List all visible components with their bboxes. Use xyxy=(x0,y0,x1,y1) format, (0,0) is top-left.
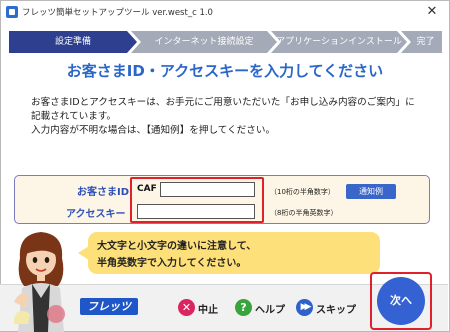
skip-label: スキップ xyxy=(316,305,356,316)
instructions-text: お客さまIDとアクセスキーは、お手元にご用意いただいた「お申し込み内容のご案内」… xyxy=(31,96,431,138)
instruction-line: お客さまIDとアクセスキーは、お手元にご用意いただいた「お申し込み内容のご案内」… xyxy=(31,97,415,108)
step-preparation: 設定準備 xyxy=(9,31,137,53)
flets-logo: フレッツ xyxy=(80,298,138,315)
step-internet-setup: インターネット接続設定 xyxy=(131,31,277,53)
help-button[interactable]: ? ヘルプ xyxy=(235,299,287,317)
access-key-label: アクセスキー xyxy=(66,209,126,220)
close-button[interactable]: ✕ xyxy=(419,3,445,21)
customer-id-prefix: CAF xyxy=(137,184,157,194)
stop-label: 中止 xyxy=(198,305,218,316)
skip-button[interactable]: ▶▶ スキップ xyxy=(296,299,356,317)
next-button[interactable]: 次へ xyxy=(377,277,425,325)
progress-steps: 設定準備 インターネット接続設定 アプリケーションインストール 完了 xyxy=(9,31,442,53)
access-key-hint: （8桁の半角英数字） xyxy=(270,209,338,217)
mascot-character xyxy=(14,232,65,332)
help-label: ヘルプ xyxy=(255,305,285,316)
close-x-icon: ✕ xyxy=(178,299,195,316)
instruction-line: 入力内容が不明な場合は、【通知例】を押してください。 xyxy=(31,125,276,136)
question-icon: ? xyxy=(235,299,252,316)
customer-id-input[interactable] xyxy=(160,182,255,197)
step-app-install: アプリケーションインストール xyxy=(271,31,407,53)
step-complete: 完了 xyxy=(401,31,442,53)
fast-forward-icon: ▶▶ xyxy=(296,299,313,316)
title-bar: フレッツ簡単セットアップツール ver.west_c 1.0 ✕ xyxy=(1,1,449,25)
notification-sample-button[interactable]: 通知例 xyxy=(346,184,396,199)
access-key-input[interactable] xyxy=(137,204,255,219)
customer-id-label: お客さまID xyxy=(77,187,130,198)
speech-bubble-text: 大文字と小文字の違いに注意して、 半角英数字で入力してください。 xyxy=(97,238,256,272)
bubble-line: 大文字と小文字の違いに注意して、 xyxy=(97,241,257,252)
customer-id-hint: （10桁の半角数字） xyxy=(270,188,335,196)
app-icon xyxy=(6,6,18,18)
bubble-line: 半角英数字で入力してください。 xyxy=(97,258,247,269)
window-title: フレッツ簡単セットアップツール ver.west_c 1.0 xyxy=(22,8,213,18)
page-title: お客さまID・アクセスキーを入力してください xyxy=(66,62,384,80)
stop-button[interactable]: ✕ 中止 xyxy=(178,299,222,317)
instruction-line: 記載されています。 xyxy=(31,111,117,122)
